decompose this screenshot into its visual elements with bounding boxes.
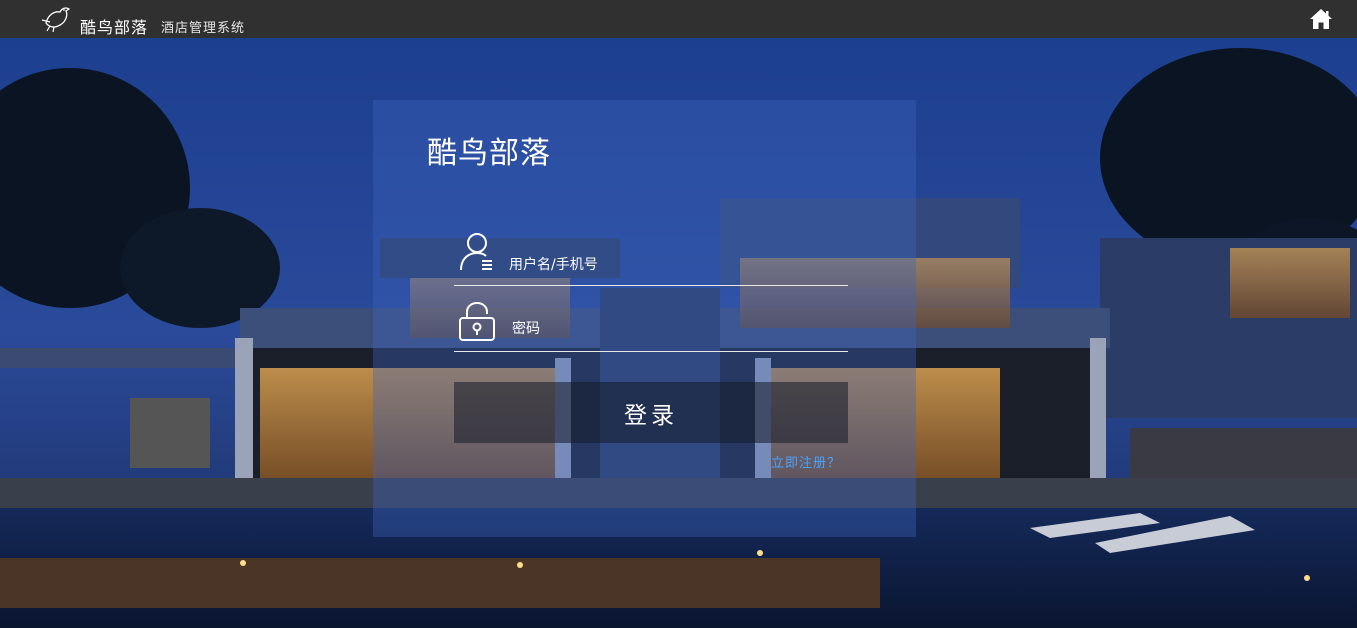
password-field[interactable]: 密码: [454, 300, 848, 352]
bird-logo-icon: [41, 7, 71, 33]
user-icon: [460, 233, 492, 271]
lock-icon: [459, 302, 495, 341]
username-field[interactable]: 用户名/手机号: [454, 230, 848, 286]
top-bar: 酷鸟部落 酒店管理系统: [0, 0, 1357, 38]
register-link[interactable]: 立即注册？: [771, 452, 841, 471]
password-placeholder: 密码: [512, 321, 540, 337]
login-title: 酷鸟部落: [427, 136, 551, 171]
username-placeholder: 用户名/手机号: [509, 257, 598, 273]
brand-subtitle: 酒店管理系统: [161, 21, 246, 36]
login-button[interactable]: 登录: [454, 382, 848, 443]
login-panel: 酷鸟部落 用户名/手机号 密码 登录 立即注册？: [373, 100, 916, 537]
brand-name: 酷鸟部落: [80, 18, 149, 37]
home-icon[interactable]: [1309, 8, 1333, 30]
